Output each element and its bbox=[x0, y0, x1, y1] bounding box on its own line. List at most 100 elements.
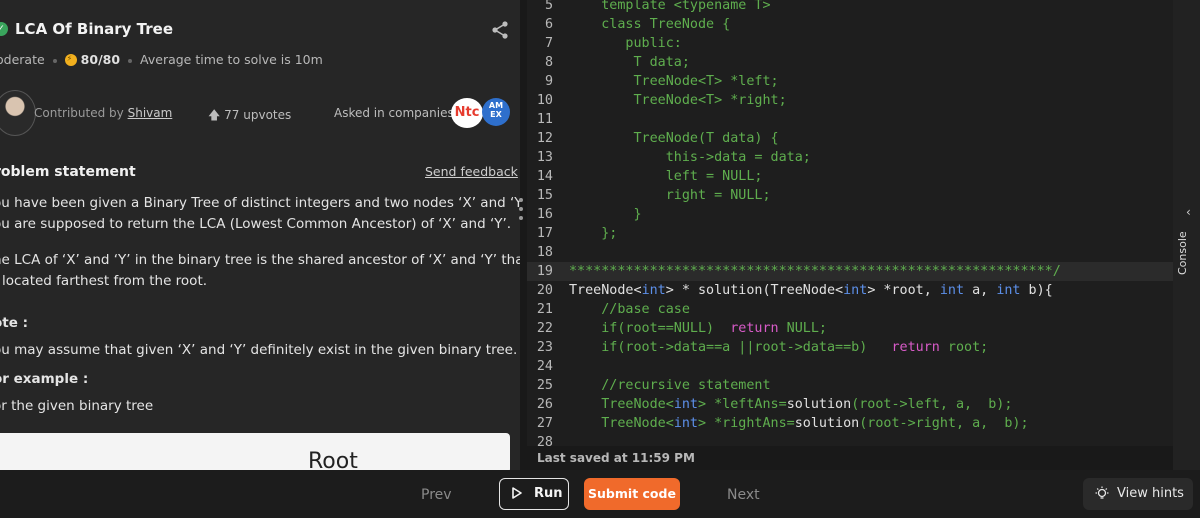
code-line[interactable]: 26 TreeNode<int> *leftAns=solution(root-… bbox=[527, 395, 1173, 414]
line-number: 15 bbox=[536, 188, 553, 203]
line-number: 25 bbox=[536, 378, 553, 393]
code-text: left = NULL; bbox=[569, 169, 763, 184]
code-text: class TreeNode { bbox=[569, 17, 731, 32]
code-line[interactable]: 25 //recursive statement bbox=[527, 376, 1173, 395]
code-text: TreeNode<T> *right; bbox=[569, 93, 787, 108]
code-line[interactable]: 19 **************************************… bbox=[527, 262, 1173, 281]
line-number: 6 bbox=[544, 17, 553, 32]
line-number: 22 bbox=[536, 321, 553, 336]
code-line[interactable]: 9 TreeNode<T> *left; bbox=[527, 72, 1173, 91]
line-number: 10 bbox=[536, 93, 553, 108]
code-line[interactable]: 10 TreeNode<T> *right; bbox=[527, 91, 1173, 110]
view-hints-label: View hints bbox=[1117, 486, 1184, 501]
upvote-count: 77 upvotes bbox=[224, 108, 292, 122]
code-line[interactable]: 24 bbox=[527, 357, 1173, 376]
code-line[interactable]: 20 TreeNode<int> * solution(TreeNode<int>… bbox=[527, 281, 1173, 300]
statement-line: located farthest from the root. bbox=[2, 273, 208, 289]
view-hints-button[interactable]: View hints bbox=[1083, 478, 1193, 510]
code-line[interactable]: 28 bbox=[527, 433, 1173, 446]
problem-meta: oderate 80/80 Average time to solve is 10m bbox=[0, 52, 323, 67]
play-icon bbox=[512, 487, 522, 499]
code-line[interactable]: 11 bbox=[527, 110, 1173, 129]
line-number: 14 bbox=[536, 169, 553, 184]
note-text: ou may assume that given ‘X’ and ‘Y’ def… bbox=[0, 342, 518, 358]
line-number: 21 bbox=[536, 302, 553, 317]
run-button[interactable]: Run bbox=[499, 478, 569, 510]
send-feedback-link[interactable]: Send feedback bbox=[425, 164, 518, 179]
code-line[interactable]: 16 } bbox=[527, 205, 1173, 224]
example-heading: or example : bbox=[0, 371, 89, 387]
code-text: if(root->data==a ||root->data==b) return… bbox=[601, 340, 989, 355]
line-number: 8 bbox=[544, 55, 553, 70]
code-line[interactable]: 8 T data; bbox=[527, 53, 1173, 72]
company-logo-ntc[interactable]: Ntc bbox=[451, 98, 483, 128]
code-line[interactable]: 7 public: bbox=[527, 34, 1173, 53]
example-text: or the given binary tree bbox=[0, 398, 154, 414]
code-line[interactable]: 22 if(root==NULL) return NULL; bbox=[527, 319, 1173, 338]
line-number: 27 bbox=[536, 416, 553, 431]
code-text: ****************************************… bbox=[569, 264, 1061, 279]
prev-button[interactable]: Prev bbox=[421, 487, 452, 503]
separator-dot bbox=[128, 58, 133, 63]
line-number: 7 bbox=[544, 36, 553, 51]
lightbulb-icon bbox=[1095, 486, 1109, 499]
line-number: 5 bbox=[544, 0, 553, 13]
asked-in-companies-label: Asked in companies bbox=[334, 106, 454, 120]
code-editor[interactable]: 5 template <typename T> 6 class TreeNode … bbox=[527, 0, 1173, 446]
code-text: //base case bbox=[569, 302, 690, 317]
code-text: right = NULL; bbox=[569, 188, 771, 203]
code-line[interactable]: 12 TreeNode(T data) { bbox=[527, 129, 1173, 148]
statement-line: he LCA of ‘X’ and ‘Y’ in the binary tree… bbox=[0, 252, 520, 268]
code-text: TreeNode(T data) { bbox=[569, 131, 779, 146]
line-number: 17 bbox=[536, 226, 553, 241]
line-number: 11 bbox=[536, 112, 553, 127]
difficulty-label: oderate bbox=[0, 52, 45, 67]
code-line[interactable]: 14 left = NULL; bbox=[527, 167, 1173, 186]
solved-check-icon: ✓ bbox=[0, 22, 8, 36]
company-logo-amex[interactable]: AM EX bbox=[482, 98, 510, 126]
contributed-by: Contributed by Shivam bbox=[34, 106, 172, 120]
code-line[interactable]: 6 class TreeNode { bbox=[527, 15, 1173, 34]
submit-code-button[interactable]: Submit code bbox=[584, 478, 680, 510]
statement-line: ou are supposed to return the LCA (Lowes… bbox=[0, 216, 512, 232]
console-label[interactable]: Console bbox=[1176, 231, 1189, 275]
code-line[interactable]: 17 }; bbox=[527, 224, 1173, 243]
line-number: 23 bbox=[536, 340, 553, 355]
code-line[interactable]: 13 this->data = data; bbox=[527, 148, 1173, 167]
contributed-by-label: Contributed by bbox=[34, 106, 124, 120]
contributor-link[interactable]: Shivam bbox=[128, 106, 173, 120]
average-time: Average time to solve is 10m bbox=[140, 52, 323, 67]
code-text: TreeNode<int> *rightAns=solution(root->r… bbox=[601, 416, 1029, 431]
arrow-up-icon: 🡅 bbox=[208, 108, 221, 122]
last-saved-status: Last saved at 11:59 PM bbox=[537, 451, 695, 465]
line-number: 9 bbox=[544, 74, 553, 89]
code-line[interactable]: 21 //base case bbox=[527, 300, 1173, 319]
code-line[interactable]: 5 template <typename T> bbox=[527, 0, 1173, 15]
statement-line: ou have been given a Binary Tree of dist… bbox=[0, 195, 520, 211]
tree-root-label: Root bbox=[308, 449, 358, 470]
code-line[interactable]: 27 TreeNode<int> *rightAns=solution(root… bbox=[527, 414, 1173, 433]
next-button[interactable]: Next bbox=[727, 487, 760, 503]
contributor-avatar bbox=[0, 90, 36, 136]
problem-title: LCA Of Binary Tree bbox=[15, 20, 173, 38]
share-icon[interactable] bbox=[490, 20, 510, 40]
code-line[interactable]: 15 right = NULL; bbox=[527, 186, 1173, 205]
line-number: 26 bbox=[536, 397, 553, 412]
code-text: if(root==NULL) return NULL; bbox=[601, 321, 827, 336]
line-number: 13 bbox=[536, 150, 553, 165]
panel-resize-handle[interactable] bbox=[519, 198, 525, 228]
code-text: TreeNode<int> *leftAns=solution(root->le… bbox=[601, 397, 1013, 412]
contributor-row: Contributed by Shivam 🡅 77 upvotes Asked… bbox=[0, 90, 520, 136]
code-text: //recursive statement bbox=[569, 378, 771, 393]
line-number: 12 bbox=[536, 131, 553, 146]
chevron-left-icon[interactable]: ‹ bbox=[1186, 205, 1191, 219]
run-label: Run bbox=[534, 486, 563, 501]
line-number: 24 bbox=[536, 359, 553, 374]
code-text: } bbox=[569, 207, 642, 222]
code-line[interactable]: 23 if(root->data==a ||root->data==b) ret… bbox=[527, 338, 1173, 357]
code-text: TreeNode<int> * solution(TreeNode<int> *… bbox=[569, 283, 1053, 298]
line-number: 19 bbox=[536, 264, 553, 279]
upvote-button[interactable]: 🡅 77 upvotes bbox=[208, 106, 291, 127]
code-line[interactable]: 18 bbox=[527, 243, 1173, 262]
separator-dot bbox=[52, 58, 57, 63]
